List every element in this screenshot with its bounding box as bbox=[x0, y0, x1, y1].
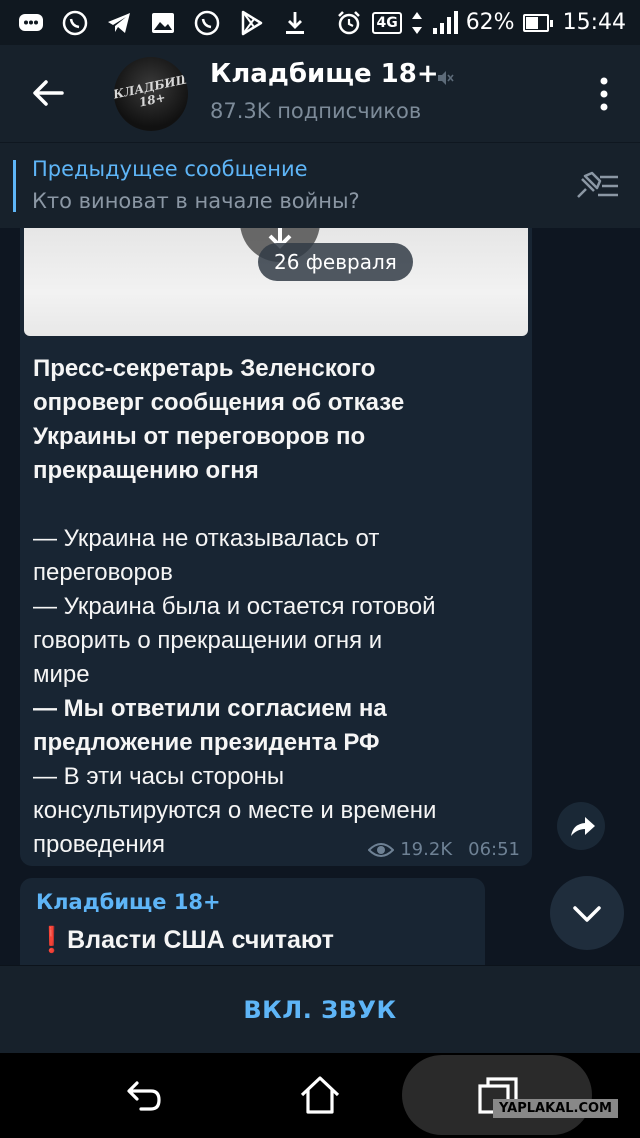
alarm-icon bbox=[334, 8, 364, 38]
body-line: говорить о прекращении огня и bbox=[33, 627, 383, 654]
back-button[interactable] bbox=[28, 73, 68, 113]
forward-button[interactable] bbox=[557, 802, 605, 850]
battery-icon bbox=[522, 13, 553, 32]
exclamation-emoji: ❗ bbox=[36, 926, 68, 954]
arrow-left-icon bbox=[33, 80, 64, 106]
message-preview: Власти США считают bbox=[67, 926, 334, 954]
chat-bubble-icon bbox=[16, 8, 46, 38]
signal-icon bbox=[432, 8, 458, 38]
channel-avatar[interactable]: КЛАДБИЩЕ 18+ bbox=[114, 57, 188, 131]
headline-line: прекращению огня bbox=[33, 457, 259, 484]
headline-line: Украины от переговоров по bbox=[33, 423, 366, 450]
subscriber-count: 87.3K подписчиков bbox=[210, 99, 422, 123]
avatar-label: КЛАДБИЩЕ 18+ bbox=[114, 69, 188, 110]
body-line: — Мы ответили согласием на bbox=[33, 695, 387, 722]
system-navigation-bar: YAPLAKAL.COM bbox=[0, 1053, 640, 1138]
message-bubble[interactable]: 26 февраля Пресс-секретарь Зеленского опр… bbox=[20, 228, 532, 866]
body-line: — В эти часы стороны bbox=[33, 763, 285, 790]
headline-line: опроверг сообщения об отказе bbox=[33, 389, 405, 416]
body-line: мире bbox=[33, 661, 90, 688]
whatsapp-icon bbox=[192, 8, 222, 38]
message-meta: 19.2K 06:51 bbox=[368, 839, 520, 860]
scroll-down-button[interactable] bbox=[550, 876, 624, 950]
body-line: предложение президента РФ bbox=[33, 729, 380, 756]
battery-percent: 62% bbox=[465, 10, 515, 35]
status-bar: 4G 62% 15:44 bbox=[0, 0, 640, 45]
pin-list-icon bbox=[577, 171, 618, 198]
clock: 15:44 bbox=[562, 10, 626, 35]
muted-speaker-icon bbox=[436, 69, 454, 87]
message-author[interactable]: Кладбище 18+ bbox=[36, 890, 221, 914]
pinned-text: Кто виноват в начале войны? bbox=[32, 189, 360, 213]
data-transfer-icon bbox=[410, 8, 424, 38]
more-options-button[interactable] bbox=[594, 75, 614, 113]
body-line: консультируются о месте и времени bbox=[33, 797, 437, 824]
back-nav-icon bbox=[127, 1081, 161, 1111]
home-icon bbox=[300, 1076, 340, 1114]
eye-icon bbox=[368, 842, 395, 857]
body-line: переговоров bbox=[33, 559, 173, 586]
chat-area[interactable]: 26 февраля Пресс-секретарь Зеленского опр… bbox=[0, 228, 640, 965]
whatsapp-icon bbox=[60, 8, 90, 38]
play-store-icon bbox=[236, 8, 266, 38]
body-line: — Украина была и остается готовой bbox=[33, 593, 436, 620]
channel-title[interactable]: Кладбище 18+ bbox=[210, 59, 439, 89]
watermark: YAPLAKAL.COM bbox=[493, 1099, 618, 1118]
chevron-down-icon bbox=[573, 906, 601, 922]
battery-level bbox=[525, 16, 538, 29]
pinned-title: Предыдущее сообщение bbox=[32, 157, 308, 181]
telegram-icon bbox=[104, 8, 134, 38]
view-count: 19.2K bbox=[400, 839, 453, 860]
bottom-bar: ВКЛ. ЗВУК bbox=[0, 965, 640, 1054]
headline-line: Пресс-секретарь Зеленского bbox=[33, 355, 376, 382]
back-nav-button[interactable] bbox=[117, 1071, 165, 1119]
download-icon bbox=[280, 8, 310, 38]
message-text: Пресс-секретарь Зеленского опроверг сообщ… bbox=[33, 352, 523, 862]
message-bubble[interactable]: Кладбище 18+ ❗Власти США считают bbox=[20, 878, 485, 965]
chat-header: КЛАДБИЩЕ 18+ Кладбище 18+ 87.3K подписчи… bbox=[0, 45, 640, 142]
gallery-icon bbox=[148, 8, 178, 38]
message-text: ❗Власти США считают bbox=[36, 926, 334, 955]
pinned-message-bar[interactable]: Предыдущее сообщение Кто виноват в начал… bbox=[0, 142, 640, 228]
message-time: 06:51 bbox=[468, 839, 520, 860]
kebab-menu-icon bbox=[600, 77, 608, 111]
home-nav-button[interactable] bbox=[296, 1071, 344, 1119]
body-line: — Украина не отказывалась от bbox=[33, 525, 380, 552]
unmute-button[interactable]: ВКЛ. ЗВУК bbox=[0, 966, 640, 1054]
share-arrow-icon bbox=[571, 817, 595, 836]
network-type-badge: 4G bbox=[372, 11, 402, 34]
pinned-indicator bbox=[13, 160, 16, 212]
date-badge: 26 февраля bbox=[258, 243, 413, 281]
pinned-list-button[interactable] bbox=[572, 167, 620, 205]
